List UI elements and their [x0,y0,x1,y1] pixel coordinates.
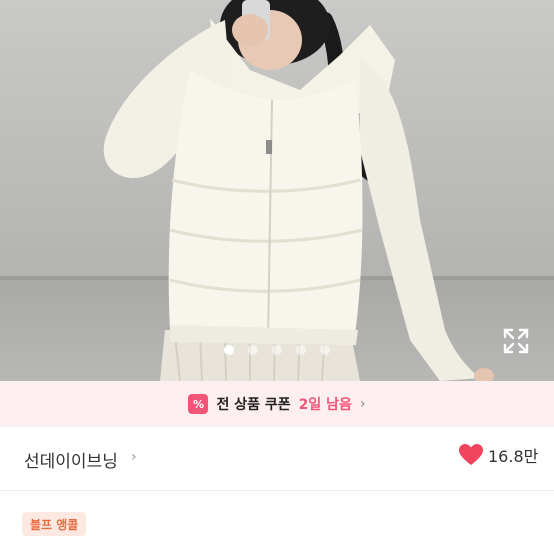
product-title [22,546,542,554]
coupon-banner[interactable]: % 전 상품 쿠폰 2일 남음 › [0,381,554,427]
carousel-indicator [0,345,554,355]
carousel-dot[interactable] [296,345,306,355]
carousel-dot[interactable] [224,345,234,355]
heart-icon [459,444,483,465]
coupon-text: 전 상품 쿠폰 [216,397,291,413]
like-count: 16.8만 [488,447,539,466]
model-photo [103,0,494,381]
product-image[interactable] [0,0,554,381]
carousel-dot[interactable] [272,345,282,355]
shop-row: 선데이이브닝 › 16.8만 [0,427,554,491]
coupon-icon: % [188,394,209,414]
like-button[interactable]: 16.8만 [458,443,538,467]
expand-icon[interactable] [503,328,529,354]
carousel-dot[interactable] [320,345,330,355]
promo-badge: 블프 앵콜 [22,512,87,536]
chevron-right-icon: › [131,449,137,465]
coupon-days-left: 2일 남음 [298,397,352,413]
shop-name-link[interactable]: 선데이이브닝 [24,447,118,472]
carousel-dot[interactable] [248,345,258,355]
chevron-right-icon: › [359,396,366,412]
